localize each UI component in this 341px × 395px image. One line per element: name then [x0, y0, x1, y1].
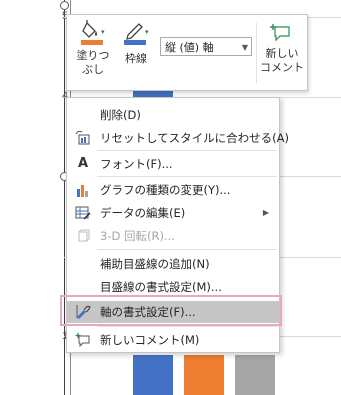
fill-label-line2: ぶし	[82, 63, 104, 76]
menu-item-label: 補助目盛線の追加(N)	[100, 257, 210, 271]
new-comment-icon	[75, 333, 90, 348]
new-comment-toolbar-button[interactable]: 新しい コメント	[259, 23, 305, 75]
3d-rotation-icon	[78, 229, 90, 242]
new-comment-label-line2: コメント	[260, 61, 304, 74]
fill-label-line1: 塗りつ	[76, 49, 110, 62]
toolbar-divider	[256, 23, 257, 83]
font-icon: A	[77, 156, 89, 171]
menu-separator	[97, 326, 277, 327]
menu-item-3d-rotation[interactable]: 3-D 回転(R)...	[67, 225, 279, 247]
menu-item-delete[interactable]: 削除(D)	[67, 104, 279, 126]
outline-button[interactable]: ▾ 枠線	[117, 19, 155, 66]
menu-item-label: 新しいコメント(M)	[100, 333, 200, 347]
highlight-annotation-box	[60, 295, 282, 326]
edit-data-icon	[75, 206, 91, 220]
menu-item-label: グラフの種類の変更(Y)...	[100, 183, 231, 197]
mini-toolbar: ▾ 塗りつ ぶし ▾ 枠線 縦 (値) 軸 ▼ 新しい コメント	[66, 14, 308, 91]
chart-bar-series-1[interactable]	[133, 355, 173, 395]
menu-item-add-minor-gridlines[interactable]: 補助目盛線の追加(N)	[67, 253, 279, 275]
fill-dropdown-chevron-icon[interactable]: ▾	[101, 25, 105, 39]
axis-selection-handle[interactable]	[60, 1, 69, 10]
chart-element-select[interactable]: 縦 (値) 軸 ▼	[160, 37, 252, 56]
menu-item-change-chart-type[interactable]: グラフの種類の変更(Y)...	[67, 179, 279, 201]
chart-bar-series-3[interactable]	[235, 355, 275, 395]
menu-item-label: 削除(D)	[100, 108, 141, 122]
menu-item-reset-style[interactable]: リセットしてスタイルに合わせる(A)	[67, 127, 289, 149]
outline-color-swatch	[124, 40, 146, 45]
fill-button[interactable]: ▾ 塗りつ ぶし	[73, 19, 113, 77]
menu-item-label: データの編集(E)	[100, 206, 186, 220]
menu-item-label: 3-D 回転(R)...	[100, 229, 175, 243]
chevron-down-icon[interactable]: ▼	[242, 38, 248, 57]
outline-dropdown-chevron-icon[interactable]: ▾	[145, 25, 149, 39]
chart-type-icon	[77, 185, 88, 197]
submenu-arrow-icon: ▶	[262, 208, 269, 217]
new-comment-icon	[270, 24, 290, 42]
menu-separator	[97, 150, 277, 151]
menu-item-label: フォント(F)...	[100, 157, 173, 171]
menu-separator	[97, 249, 277, 250]
menu-item-edit-data[interactable]: データの編集(E) ▶	[67, 202, 279, 224]
outline-label: 枠線	[125, 52, 147, 65]
reset-style-icon	[75, 130, 90, 145]
menu-item-font[interactable]: A フォント(F)...	[67, 153, 279, 175]
new-comment-label-line1: 新しい	[265, 47, 299, 60]
fill-color-swatch	[81, 40, 103, 45]
menu-item-new-comment[interactable]: 新しいコメント(M)	[67, 329, 279, 351]
menu-separator	[97, 176, 277, 177]
chart-bar-series-2[interactable]	[184, 355, 224, 395]
chart-element-select-value: 縦 (値) 軸	[165, 41, 214, 54]
menu-item-label: リセットしてスタイルに合わせる(A)	[100, 131, 289, 145]
